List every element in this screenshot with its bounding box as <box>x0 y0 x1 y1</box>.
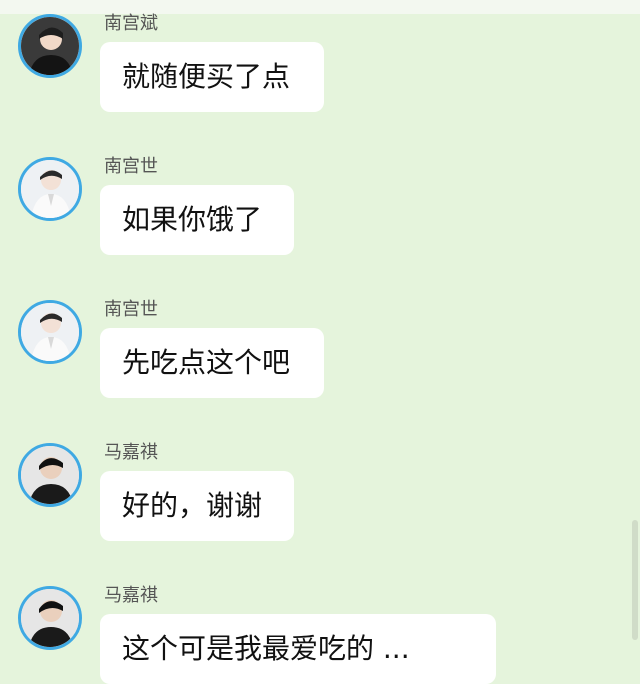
avatar[interactable] <box>18 300 82 364</box>
avatar[interactable] <box>18 443 82 507</box>
avatar[interactable] <box>18 14 82 78</box>
sender-name: 南宫斌 <box>104 13 158 34</box>
message-bubble[interactable]: 如果你饿了 <box>100 185 294 255</box>
avatar[interactable] <box>18 586 82 650</box>
message-bubble[interactable]: 这个可是我最爱吃的 ... <box>100 614 496 684</box>
person-avatar-icon <box>21 303 79 361</box>
person-avatar-icon <box>21 160 79 218</box>
scrollbar[interactable] <box>632 520 638 640</box>
message-bubble[interactable]: 先吃点这个吧 <box>100 328 324 398</box>
message-bubble[interactable]: 就随便买了点 <box>100 42 324 112</box>
message-bubble[interactable]: 好的，谢谢 <box>100 471 294 541</box>
sender-name: 马嘉祺 <box>104 585 158 606</box>
avatar[interactable] <box>18 157 82 221</box>
person-avatar-icon <box>21 17 79 75</box>
sender-name: 南宫世 <box>104 299 158 320</box>
person-avatar-icon <box>21 446 79 504</box>
sender-name: 南宫世 <box>104 156 158 177</box>
person-avatar-icon <box>21 589 79 647</box>
sender-name: 马嘉祺 <box>104 442 158 463</box>
chat-message-list[interactable]: 南宫斌 就随便买了点 南宫世 如果你饿了 南宫世 先吃点这个吧 马嘉祺 好的，谢… <box>0 0 640 684</box>
